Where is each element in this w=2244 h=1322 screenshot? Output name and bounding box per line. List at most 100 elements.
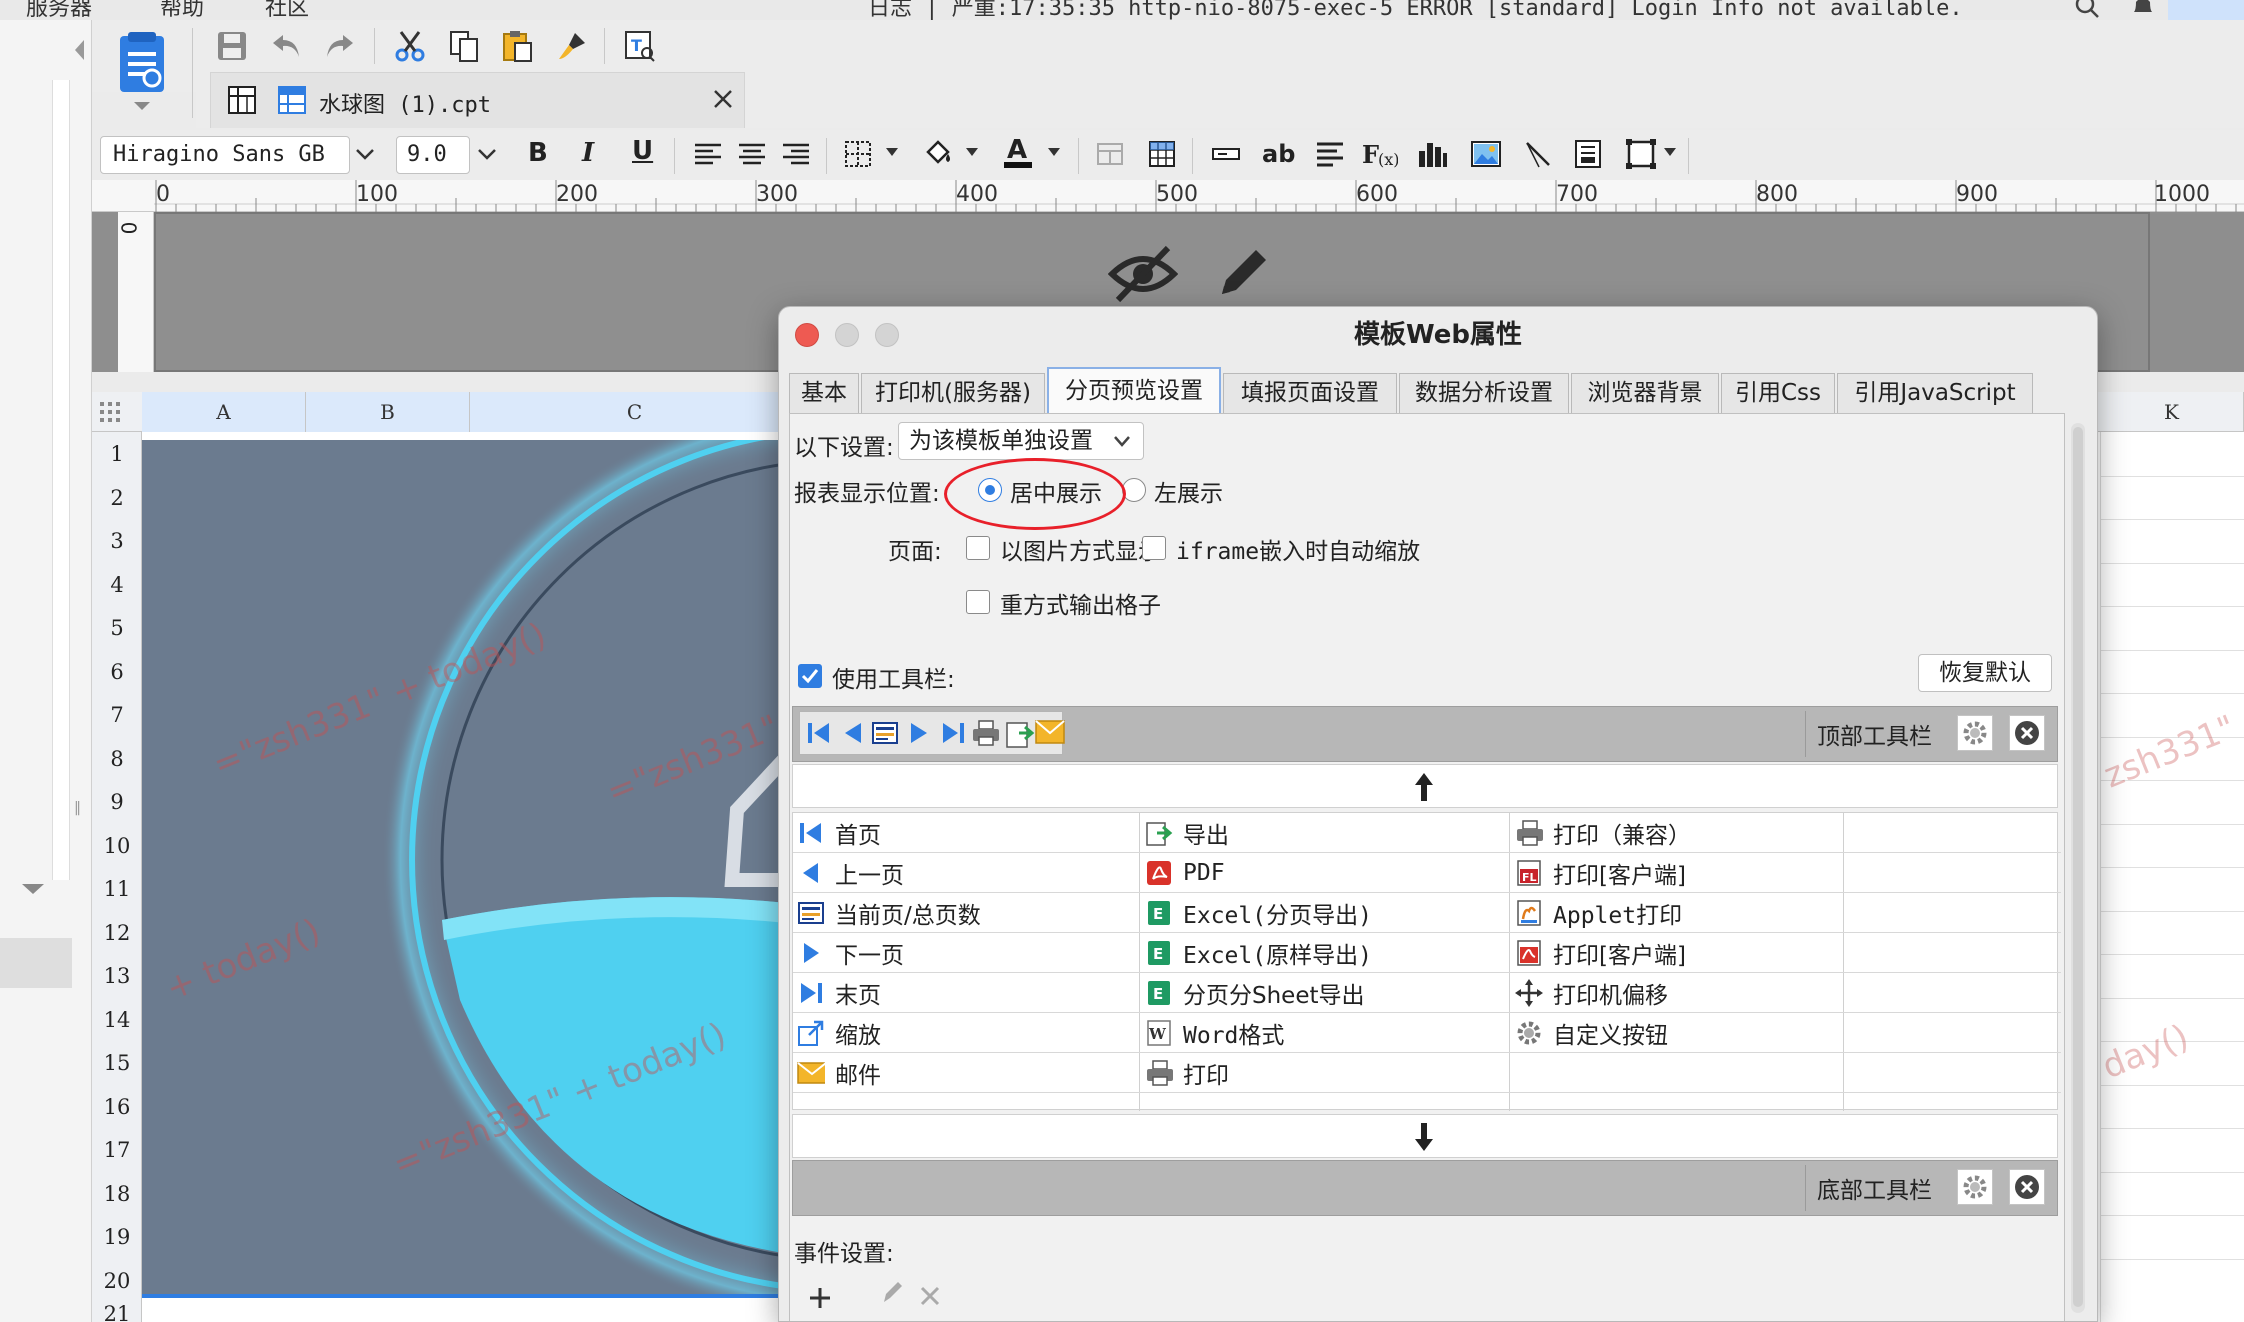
table-icon[interactable] <box>1142 134 1182 174</box>
underline-button[interactable]: U <box>632 136 653 166</box>
redo-icon[interactable] <box>320 26 360 66</box>
menu-help[interactable]: 帮助 <box>160 0 204 20</box>
list-item[interactable]: W Word格式 <box>1145 1013 1284 1053</box>
list-item[interactable]: 上一页 <box>797 853 904 893</box>
last-page-icon[interactable] <box>939 719 967 747</box>
edit-pencil-icon[interactable] <box>1212 240 1276 304</box>
notification-icon[interactable] <box>2130 0 2156 18</box>
menu-server[interactable]: 服务器 <box>26 0 92 20</box>
radio-left-label[interactable]: 左展示 <box>1154 474 1223 508</box>
row-header[interactable]: 10 <box>92 824 142 868</box>
list-item[interactable]: 自定义按钮 <box>1515 1013 1668 1053</box>
close-window-button[interactable] <box>795 323 819 347</box>
list-item[interactable]: 下一页 <box>797 933 904 973</box>
merge-cells-icon[interactable] <box>1090 134 1130 174</box>
arrow-up-icon[interactable] <box>1411 771 1437 803</box>
format-painter-icon[interactable] <box>552 26 592 66</box>
remove-toolbar-icon[interactable] <box>2009 1169 2045 1205</box>
row-header[interactable]: 4 <box>92 563 142 607</box>
close-tab-icon[interactable] <box>711 87 735 111</box>
align-right-icon[interactable] <box>776 134 816 174</box>
row-header[interactable]: 2 <box>92 476 142 520</box>
menu-community[interactable]: 社区 <box>265 0 309 20</box>
row-header[interactable]: 15 <box>92 1041 142 1085</box>
chevron-down-icon[interactable] <box>1112 434 1132 448</box>
row-header[interactable]: 5 <box>92 606 142 650</box>
image-display-label[interactable]: 以图片方式显示 <box>1000 532 1161 566</box>
row-header[interactable]: 8 <box>92 737 142 781</box>
tab-page-preview[interactable]: 分页预览设置 <box>1047 367 1221 413</box>
grid-output-label[interactable]: 重方式输出格子 <box>1000 586 1161 620</box>
image-icon[interactable] <box>1466 134 1506 174</box>
first-page-icon[interactable] <box>805 719 833 747</box>
minimize-window-button[interactable] <box>835 323 859 347</box>
paste-icon[interactable] <box>498 26 538 66</box>
chevron-down-icon[interactable] <box>964 146 980 158</box>
arrow-down-icon[interactable] <box>1411 1121 1437 1153</box>
text-cell-button[interactable]: ab <box>1262 140 1295 168</box>
settings-gear-icon[interactable] <box>1957 715 1993 751</box>
chevron-down-icon[interactable] <box>1046 146 1062 158</box>
row-header[interactable]: 18 <box>92 1172 142 1216</box>
tab-javascript[interactable]: 引用JavaScript <box>1837 373 2033 413</box>
user-badge[interactable] <box>2168 0 2244 20</box>
form-field-icon[interactable] <box>1568 134 1608 174</box>
add-event-icon[interactable] <box>808 1284 832 1308</box>
chevron-down-icon[interactable] <box>1662 146 1678 158</box>
italic-button[interactable]: I <box>582 138 594 168</box>
font-size-select[interactable]: 9.0 <box>396 136 470 174</box>
list-item[interactable]: E Excel(分页导出) <box>1145 893 1372 933</box>
list-item[interactable]: 首页 <box>797 813 881 853</box>
splitter-handle-icon[interactable]: ‖ <box>74 800 81 816</box>
bar-chart-icon[interactable] <box>1412 134 1452 174</box>
row-header[interactable]: 11 <box>92 867 142 911</box>
left-rail-selected-item[interactable] <box>0 938 72 988</box>
list-item[interactable]: 打印（兼容） <box>1515 813 1691 853</box>
row-header[interactable]: 9 <box>92 780 142 824</box>
maximize-window-button[interactable] <box>875 323 899 347</box>
chevron-down-icon[interactable] <box>20 882 46 896</box>
row-header[interactable]: 21 <box>92 1302 142 1322</box>
row-header[interactable]: 14 <box>92 998 142 1042</box>
export-icon[interactable] <box>1005 719 1035 749</box>
file-tab[interactable]: 水球图 (1).cpt <box>210 72 745 128</box>
cut-icon[interactable] <box>390 26 430 66</box>
column-header-a[interactable]: A <box>142 392 306 432</box>
column-k-cells[interactable]: zsh331" day() <box>2097 432 2244 1322</box>
email-icon[interactable] <box>1035 719 1065 745</box>
bold-button[interactable]: B <box>528 138 548 168</box>
row-header[interactable]: 17 <box>92 1128 142 1172</box>
print-icon[interactable] <box>971 719 1001 747</box>
tab-fill-page[interactable]: 填报页面设置 <box>1223 373 1397 413</box>
list-item[interactable]: 末页 <box>797 973 881 1013</box>
text-field-icon[interactable] <box>1206 134 1246 174</box>
select-all-icon[interactable] <box>98 400 122 424</box>
image-display-checkbox[interactable] <box>966 536 990 560</box>
left-rail-scroll-track[interactable] <box>52 80 70 880</box>
row-header[interactable]: 16 <box>92 1085 142 1129</box>
align-left-icon[interactable] <box>688 134 728 174</box>
slash-line-icon[interactable] <box>1518 134 1558 174</box>
row-header[interactable]: 3 <box>92 519 142 563</box>
remove-toolbar-icon[interactable] <box>2009 715 2045 751</box>
delete-event-icon[interactable] <box>918 1284 942 1308</box>
formula-icon[interactable]: F (x) <box>1360 134 1400 174</box>
list-item[interactable]: 导出 <box>1145 813 1229 853</box>
list-item[interactable]: 打印[客户端] <box>1515 933 1686 973</box>
prev-page-icon[interactable] <box>839 719 867 747</box>
collapse-left-icon[interactable] <box>72 38 88 62</box>
chevron-down-icon[interactable] <box>476 146 498 162</box>
grid-output-checkbox[interactable] <box>966 590 990 614</box>
row-header[interactable]: 7 <box>92 693 142 737</box>
list-item[interactable]: E 分页分Sheet导出 <box>1145 973 1365 1013</box>
row-header[interactable]: 6 <box>92 650 142 694</box>
paragraph-icon[interactable] <box>1310 134 1350 174</box>
list-item[interactable]: 缩放 <box>797 1013 881 1053</box>
chevron-down-icon[interactable] <box>884 146 900 158</box>
row-header[interactable]: 20 <box>92 1259 142 1303</box>
column-header-k[interactable]: K <box>2100 392 2244 432</box>
text-search-icon[interactable]: T <box>620 26 660 66</box>
restore-default-button[interactable]: 恢复默认 <box>1918 654 2052 692</box>
iframe-scale-label[interactable]: iframe嵌入时自动缩放 <box>1176 532 1420 566</box>
undo-icon[interactable] <box>266 26 306 66</box>
